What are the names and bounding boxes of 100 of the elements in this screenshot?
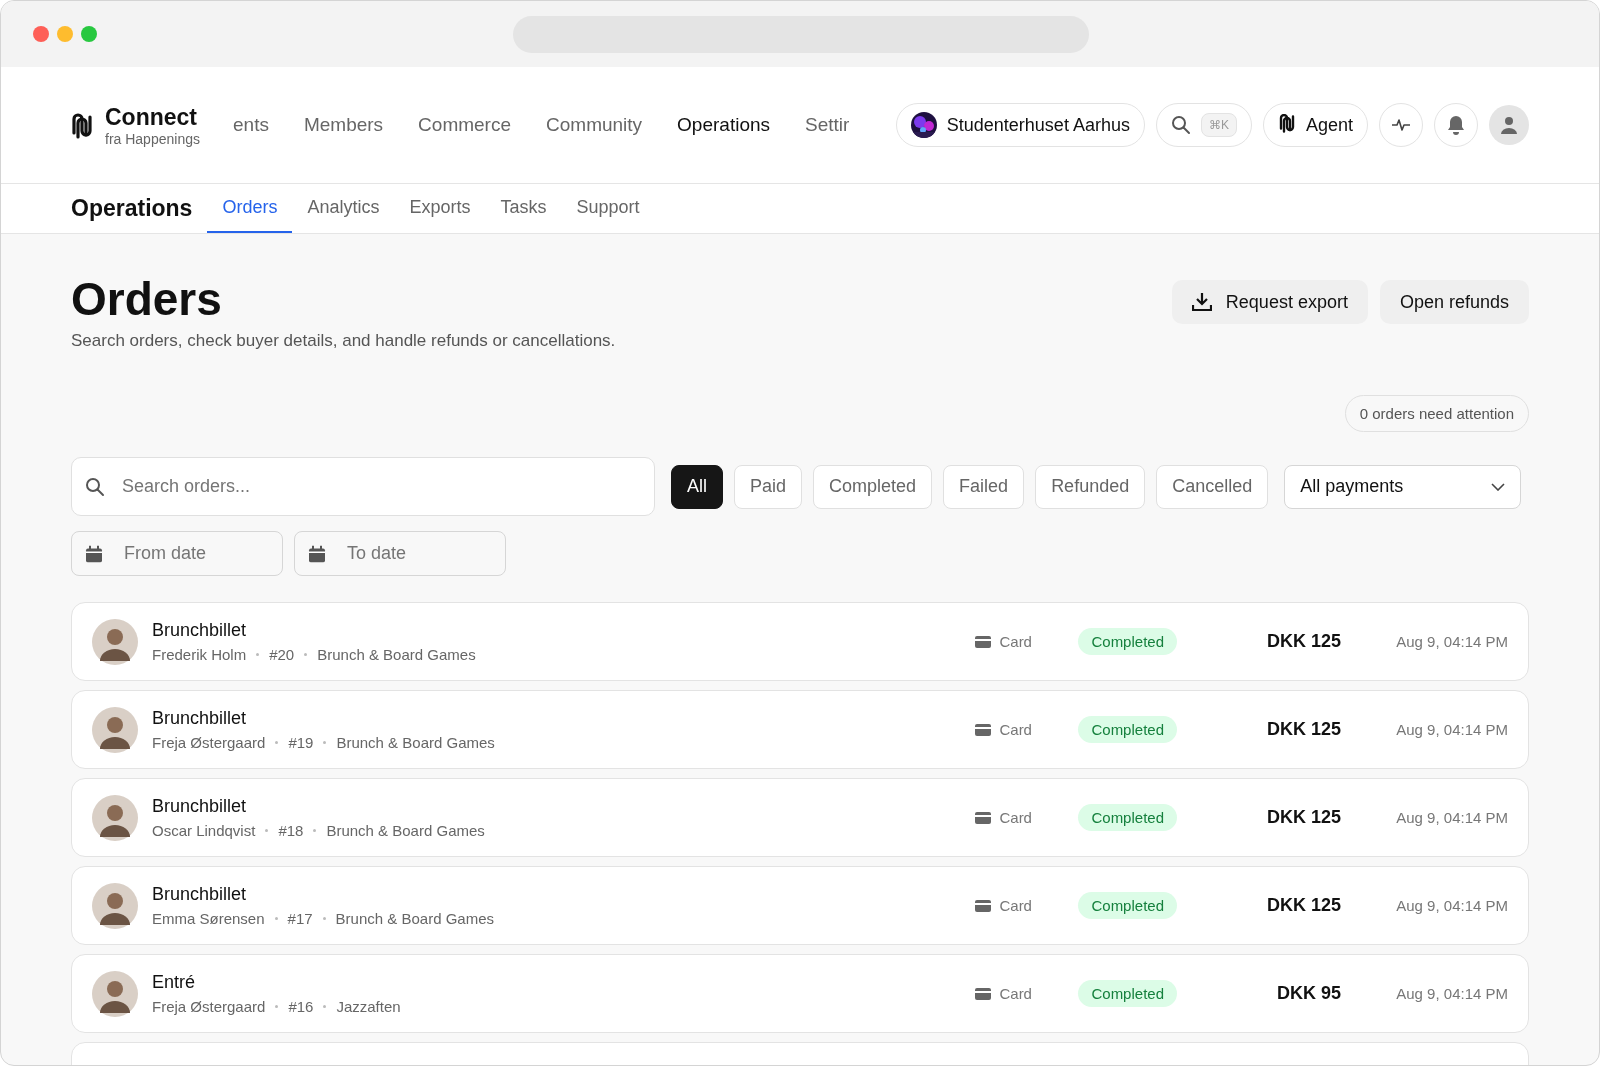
calendar-icon: [85, 545, 103, 563]
filter-chip[interactable]: Cancelled: [1156, 464, 1269, 509]
order-number: #18: [278, 822, 304, 840]
order-date: Aug 9, 04:14 PM: [1395, 897, 1508, 915]
filter-chip[interactable]: Paid: [734, 464, 803, 509]
refunds-button[interactable]: Open refunds: [1379, 280, 1529, 324]
search-icon: [85, 476, 105, 497]
payment-method: Card: [999, 633, 1032, 651]
card-icon: [975, 811, 992, 824]
card-icon: [975, 899, 992, 912]
status-badge: Completed: [1078, 892, 1177, 920]
person-icon: [1500, 116, 1518, 134]
order-row[interactable]: Entré Freja Østergaard #16 Jazzaften Card Completed DKK 95 Aug 9, 04:14 PM: [71, 954, 1529, 1034]
nav-item[interactable]: Commerce: [418, 114, 511, 136]
filter-chip[interactable]: Refunded: [1035, 464, 1146, 509]
export-button[interactable]: Request export: [1171, 280, 1368, 324]
nav-item[interactable]: ents: [233, 114, 269, 136]
order-row[interactable]: Brunchbillet Oscar Lindqvist #18 Brunch & Board Games Card Completed DKK 125 Aug 9, 04:14 PM: [71, 778, 1529, 858]
pulse-icon: [1391, 117, 1411, 133]
tab[interactable]: Exports: [394, 184, 486, 233]
order-number: #17: [287, 910, 313, 928]
nav-item[interactable]: Settir: [805, 114, 850, 136]
avatar: [92, 706, 138, 753]
status-badge: Completed: [1078, 716, 1177, 744]
tab[interactable]: Analytics: [292, 184, 395, 233]
event-name: Brunch & Board Games: [336, 734, 495, 752]
tab[interactable]: Tasks: [485, 184, 562, 233]
order-number: #16: [288, 998, 314, 1016]
event-name: Jazzaften: [336, 998, 401, 1016]
order-amount: DKK 95: [1275, 983, 1341, 1005]
page-subtitle: Search orders, check buyer details, and handle refunds or cancellations.: [71, 331, 616, 352]
brand-tagline: fra Happenings: [105, 130, 200, 147]
order-title: Brunchbillet: [152, 884, 248, 906]
buyer-name: Emma Sørensen: [152, 910, 265, 928]
payment-dropdown[interactable]: All payments: [1284, 464, 1522, 509]
filter-chip[interactable]: Failed: [943, 464, 1025, 509]
order-title: Entré: [152, 972, 197, 994]
search-field[interactable]: Search orders...: [71, 457, 655, 517]
date-field[interactable]: From date: [71, 531, 283, 577]
avatar: [92, 882, 138, 929]
payment-method: Card: [999, 897, 1032, 915]
tab[interactable]: Support: [561, 184, 655, 233]
chevron-down-icon: [1491, 482, 1506, 491]
payment-method: Card: [999, 985, 1032, 1003]
profile-button[interactable]: [1489, 105, 1529, 145]
order-amount: DKK 125: [1265, 631, 1341, 653]
date-field[interactable]: To date: [294, 531, 506, 577]
order-number: #20: [269, 646, 295, 664]
order-amount: DKK 125: [1265, 807, 1341, 829]
page-title: Orders: [71, 272, 223, 327]
window-maximize-button[interactable]: [81, 26, 97, 42]
window-minimize-button[interactable]: [57, 26, 73, 42]
bell-icon: [1447, 115, 1465, 135]
order-amount: DKK 125: [1265, 895, 1341, 917]
filter-chip[interactable]: All: [671, 464, 723, 509]
filter-chip[interactable]: Completed: [813, 464, 933, 509]
attention-badge: 0 orders need attention: [1344, 395, 1529, 433]
order-amount: DKK 125: [1265, 719, 1341, 741]
buyer-name: Oscar Lindqvist: [152, 822, 256, 840]
activity-button[interactable]: [1379, 103, 1423, 147]
status-badge: Completed: [1078, 628, 1177, 656]
order-row[interactable]: Brunchbillet Freja Østergaard #19 Brunch & Board Games Card Completed DKK 125 Aug 9, 04:14 PM: [71, 690, 1529, 770]
notifications-button[interactable]: [1434, 103, 1478, 147]
order-title: Brunchbillet: [152, 796, 248, 818]
brand-name: Connect: [105, 103, 198, 131]
payment-method: Card: [999, 721, 1032, 739]
nav-item[interactable]: Operations: [677, 114, 771, 136]
section-title: Operations: [71, 194, 193, 223]
nav-item[interactable]: Members: [303, 114, 384, 136]
order-row[interactable]: Brunchbillet Emma Sørensen #17 Brunch & Board Games Card Completed DKK 125 Aug 9, 04:14 PM: [71, 866, 1529, 946]
order-date: Aug 9, 04:14 PM: [1395, 809, 1508, 827]
order-date: Aug 9, 04:14 PM: [1395, 721, 1508, 739]
status-badge: Completed: [1078, 980, 1177, 1008]
avatar: [92, 970, 138, 1017]
card-icon: [975, 635, 992, 648]
card-icon: [975, 987, 992, 1000]
order-title: Brunchbillet: [152, 708, 248, 730]
workspace-switcher[interactable]: Studenterhuset Aarhus: [895, 103, 1145, 147]
search-icon: [1170, 115, 1191, 135]
shortcut-hint: ⌘K: [1200, 113, 1237, 137]
card-icon: [975, 723, 992, 736]
order-row[interactable]: Brunchbillet Frederik Holm #20 Brunch & Board Games Card Completed DKK 125 Aug 9, 04:14 PM: [71, 602, 1529, 682]
agent-button[interactable]: Agent: [1262, 103, 1368, 147]
window-close-button[interactable]: [33, 26, 49, 42]
download-icon: [1191, 292, 1212, 312]
avatar: [92, 794, 138, 841]
order-title: Brunchbillet: [152, 620, 248, 642]
event-name: Brunch & Board Games: [317, 646, 476, 664]
tab[interactable]: Orders: [207, 184, 293, 233]
buyer-name: Freja Østergaard: [152, 998, 266, 1016]
order-date: Aug 9, 04:14 PM: [1395, 985, 1508, 1003]
buyer-name: Freja Østergaard: [152, 734, 266, 752]
avatar: [92, 618, 138, 665]
payment-method: Card: [999, 809, 1032, 827]
calendar-icon: [308, 545, 326, 563]
status-badge: Completed: [1078, 804, 1177, 832]
nav-item[interactable]: Community: [546, 114, 643, 136]
event-name: Brunch & Board Games: [335, 910, 494, 928]
logo-icon: [1277, 114, 1296, 136]
event-name: Brunch & Board Games: [326, 822, 485, 840]
